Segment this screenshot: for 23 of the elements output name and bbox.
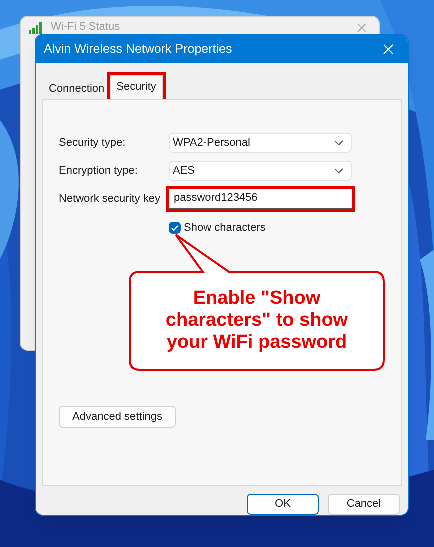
checkbox[interactable]: [169, 222, 181, 234]
dialog-button[interactable]: Cancel: [328, 494, 400, 515]
dropdown-value: AES: [173, 164, 196, 179]
field-label: Encryption type:: [59, 164, 139, 179]
checkbox-label: Show characters: [184, 221, 266, 236]
tab[interactable]: Connection: [44, 79, 110, 99]
window-title: Alvin Wireless Network Properties: [44, 40, 232, 58]
chevron-down-icon: [334, 168, 344, 174]
callout-text: Enable "Show characters" to show your WiFi password: [164, 288, 350, 354]
field-label: Security type:: [59, 136, 127, 151]
dropdown-value: WPA2-Personal: [173, 136, 250, 151]
dropdown[interactable]: AES: [169, 161, 352, 181]
advanced-settings-button[interactable]: Advanced settings: [59, 406, 176, 428]
dialog-button[interactable]: OK: [247, 494, 319, 515]
password-field[interactable]: password123456: [169, 189, 352, 209]
field-label: Network security key: [59, 192, 162, 207]
dropdown[interactable]: WPA2-Personal: [169, 133, 352, 153]
signal-bars-icon: [29, 22, 43, 34]
password-value: password123456: [174, 191, 258, 206]
chevron-down-icon: [334, 140, 344, 146]
tab[interactable]: Security: [110, 75, 164, 99]
window-title: Wi-Fi 5 Status: [51, 21, 120, 34]
checkmark-icon: [171, 224, 179, 232]
